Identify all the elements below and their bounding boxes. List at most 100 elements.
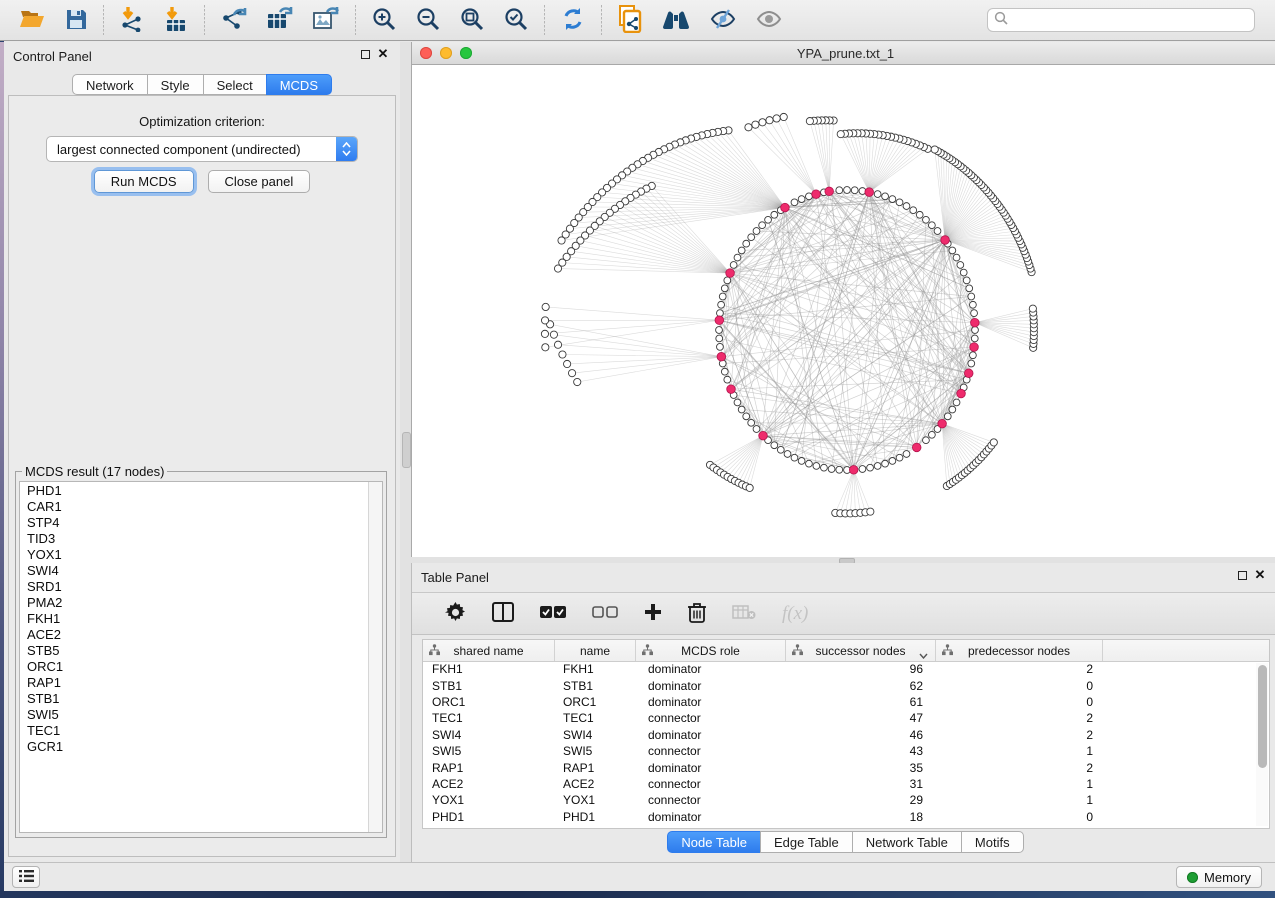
table-row[interactable]: ORC1ORC1dominator610 [423, 694, 1255, 710]
graph-node[interactable] [784, 451, 791, 458]
graph-node[interactable] [874, 191, 881, 198]
graph-node[interactable] [953, 254, 960, 261]
graph-node[interactable] [934, 228, 941, 235]
graph-node[interactable] [970, 301, 977, 308]
graph-node[interactable] [1029, 305, 1036, 312]
close-panel-button[interactable]: Close panel [208, 170, 311, 193]
graph-node[interactable] [753, 426, 760, 433]
column-header-name[interactable]: name [555, 640, 636, 661]
graph-node[interactable] [738, 247, 745, 254]
tab-node-table[interactable]: Node Table [667, 831, 761, 853]
graph-node[interactable] [564, 360, 571, 367]
graph-node[interactable] [554, 341, 561, 348]
column-header-shared-name[interactable]: shared name [423, 640, 555, 661]
tab-network-table[interactable]: Network Table [852, 831, 962, 853]
graph-node[interactable] [766, 117, 773, 124]
graph-node[interactable] [759, 222, 766, 229]
mcds-result-item[interactable]: YOX1 [20, 547, 368, 563]
mcds-result-item[interactable]: RAP1 [20, 675, 368, 691]
graph-node[interactable] [813, 463, 820, 470]
panel-list-button[interactable] [12, 866, 40, 888]
graph-node[interactable] [968, 360, 975, 367]
graph-node[interactable] [541, 317, 548, 324]
close-panel-icon[interactable]: ✕ [376, 47, 390, 61]
add-row-button[interactable] [644, 603, 662, 624]
table-settings-button[interactable] [445, 602, 466, 626]
result-scrollbar[interactable] [368, 482, 382, 832]
graph-node[interactable] [971, 335, 978, 342]
mcds-result-item[interactable]: FKH1 [20, 611, 368, 627]
export-table-button[interactable] [264, 4, 296, 37]
graph-node[interactable] [896, 454, 903, 461]
zoom-out-button[interactable] [413, 4, 443, 37]
show-annotations-button[interactable] [753, 5, 785, 36]
graph-node[interactable] [717, 343, 724, 350]
graph-node[interactable] [721, 285, 728, 292]
column-header-predecessor-nodes[interactable]: predecessor nodes [936, 640, 1103, 661]
graph-node[interactable] [949, 406, 956, 413]
graph-node[interactable] [568, 370, 575, 377]
mcds-result-item[interactable]: SRD1 [20, 579, 368, 595]
graph-node[interactable] [882, 460, 889, 467]
graph-node[interactable] [550, 331, 557, 338]
mcds-result-item[interactable]: CAR1 [20, 499, 368, 515]
criterion-select[interactable]: largest connected component (undirected) [46, 136, 358, 162]
graph-node[interactable] [734, 254, 741, 261]
export-image-button[interactable] [310, 4, 342, 37]
graph-node[interactable] [903, 451, 910, 458]
mcds-result-item[interactable]: ACE2 [20, 627, 368, 643]
graph-hub-node[interactable] [726, 269, 735, 278]
zoom-in-button[interactable] [369, 4, 399, 37]
table-row[interactable]: FKH1FKH1dominator962 [423, 661, 1255, 677]
graph-hub-node[interactable] [941, 236, 950, 245]
graph-node[interactable] [806, 193, 813, 200]
table-row[interactable]: SWI4SWI4dominator462 [423, 727, 1255, 743]
graph-node[interactable] [968, 293, 975, 300]
graph-hub-node[interactable] [715, 316, 724, 325]
mcds-result-item[interactable]: TEC1 [20, 723, 368, 739]
function-builder-button[interactable]: f(x) [782, 603, 808, 625]
close-panel-icon[interactable]: ✕ [1253, 568, 1267, 582]
graph-node[interactable] [558, 237, 565, 244]
run-mcds-button[interactable]: Run MCDS [94, 170, 194, 193]
graph-hub-node[interactable] [971, 318, 980, 327]
graph-node[interactable] [574, 378, 581, 385]
graph-node[interactable] [966, 285, 973, 292]
graph-node[interactable] [746, 484, 753, 491]
graph-hub-node[interactable] [727, 385, 736, 394]
graph-node[interactable] [963, 277, 970, 284]
column-layout-button[interactable] [492, 602, 514, 625]
graph-node[interactable] [559, 351, 566, 358]
graph-hub-node[interactable] [717, 352, 726, 361]
graph-node[interactable] [716, 327, 723, 334]
graph-node[interactable] [542, 344, 549, 351]
graph-hub-node[interactable] [825, 187, 834, 196]
graph-node[interactable] [944, 413, 951, 420]
mcds-result-item[interactable]: STB5 [20, 643, 368, 659]
table-row[interactable]: STB1STB1dominator620 [423, 677, 1255, 693]
graph-node[interactable] [836, 466, 843, 473]
vertical-splitter[interactable] [400, 42, 411, 862]
search-input[interactable] [1013, 12, 1248, 29]
column-header-mcds-role[interactable]: MCDS role [636, 640, 786, 661]
graph-hub-node[interactable] [938, 419, 947, 428]
column-header-successor-nodes[interactable]: successor nodes [786, 640, 936, 661]
graph-node[interactable] [837, 131, 844, 138]
table-row[interactable]: TEC1TEC1connector472 [423, 710, 1255, 726]
table-row[interactable]: PHD1PHD1dominator180 [423, 809, 1255, 825]
graph-node[interactable] [771, 442, 778, 449]
import-table-button[interactable] [161, 4, 191, 37]
graph-node[interactable] [719, 293, 726, 300]
graph-node[interactable] [953, 399, 960, 406]
graph-node[interactable] [724, 376, 731, 383]
graph-node[interactable] [745, 124, 752, 131]
tab-mcds[interactable]: MCDS [266, 74, 332, 95]
graph-node[interactable] [867, 464, 874, 471]
graph-node[interactable] [753, 228, 760, 235]
delete-column-button[interactable] [732, 604, 756, 623]
graph-node[interactable] [721, 368, 728, 375]
graph-node[interactable] [928, 222, 935, 229]
mcds-result-item[interactable]: GCR1 [20, 739, 368, 755]
graph-node[interactable] [990, 439, 997, 446]
import-network-button[interactable] [117, 4, 147, 37]
